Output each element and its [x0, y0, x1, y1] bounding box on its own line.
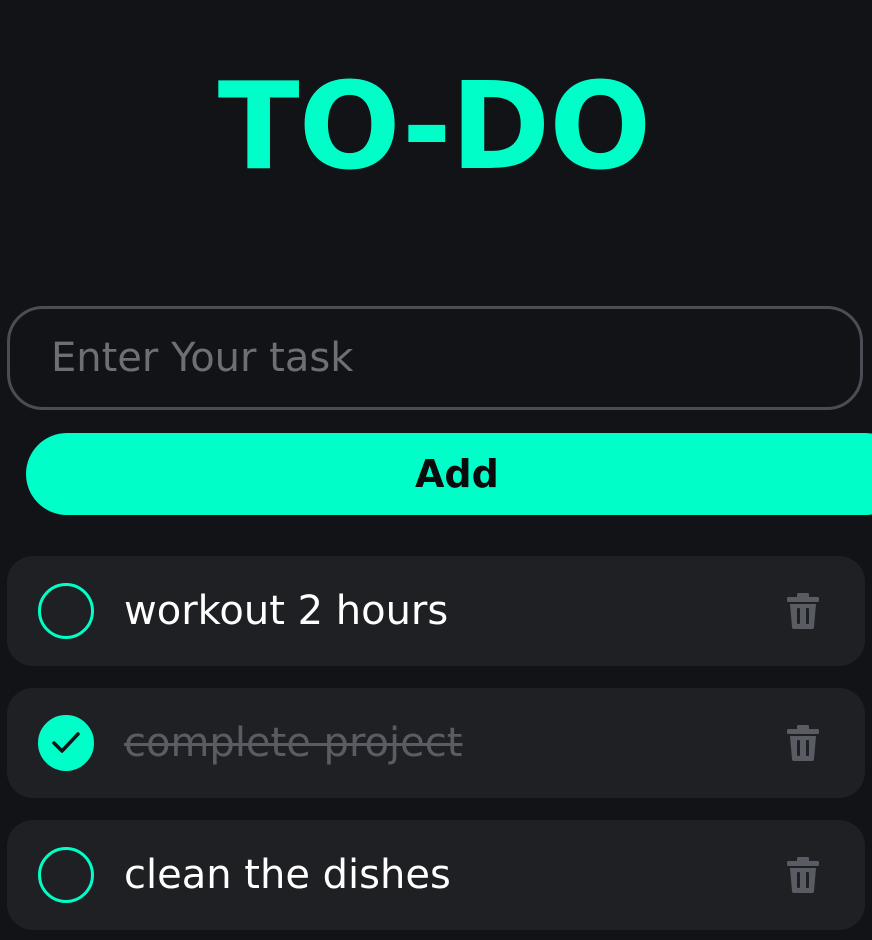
task-text: clean the dishes — [124, 852, 451, 898]
task-checkbox[interactable] — [38, 847, 94, 903]
task-checkbox-checked[interactable] — [38, 715, 94, 771]
task-list: workout 2 hours complete project clean t… — [7, 556, 865, 940]
trash-icon[interactable] — [787, 857, 819, 893]
task-item: workout 2 hours — [7, 556, 865, 666]
task-item: clean the dishes — [7, 820, 865, 930]
todo-app: TO-DO Add workout 2 hours complete proje… — [0, 0, 872, 940]
task-item: complete project — [7, 688, 865, 798]
task-text: complete project — [124, 720, 463, 766]
add-button-label: Add — [415, 452, 499, 496]
task-checkbox[interactable] — [38, 583, 94, 639]
trash-icon[interactable] — [787, 593, 819, 629]
check-icon — [52, 732, 80, 753]
page-title: TO-DO — [217, 58, 652, 197]
add-button[interactable]: Add — [26, 433, 872, 515]
task-text: workout 2 hours — [124, 588, 449, 634]
task-input[interactable] — [7, 306, 863, 410]
trash-icon[interactable] — [787, 725, 819, 761]
